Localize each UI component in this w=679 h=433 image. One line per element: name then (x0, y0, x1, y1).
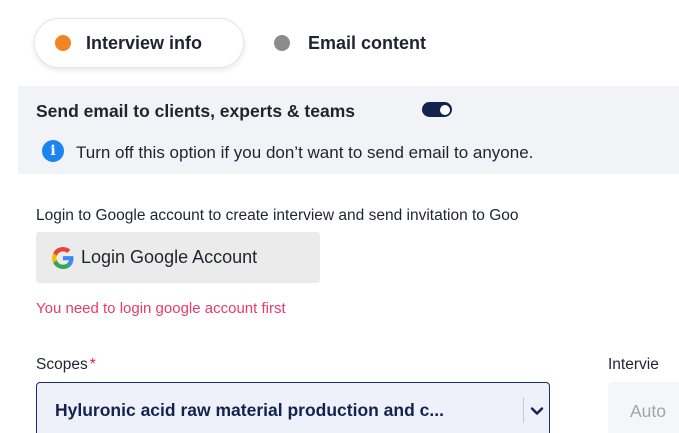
interview-field-input[interactable]: Auto (608, 382, 679, 433)
send-email-section: Send email to clients, experts & teams i… (18, 86, 679, 174)
login-google-button[interactable]: Login Google Account (36, 232, 320, 283)
select-separator (523, 397, 524, 423)
tab-status-dot-icon (274, 35, 290, 51)
tab-label: Email content (308, 32, 427, 53)
scopes-selected-value: Hyluronic acid raw material production a… (55, 400, 444, 420)
send-email-title: Send email to clients, experts & teams (36, 101, 356, 121)
scopes-label-text: Scopes (36, 356, 88, 373)
tab-interview-info[interactable]: Interview info (34, 18, 244, 68)
interview-form: Interview info Email content Send email … (0, 0, 679, 433)
login-error-message: You need to login google account first (36, 300, 286, 317)
login-google-button-label: Login Google Account (81, 247, 258, 267)
interview-field-label: Intervie (608, 356, 659, 373)
scopes-select[interactable]: Hyluronic acid raw material production a… (36, 382, 550, 433)
info-icon: i (42, 140, 64, 162)
required-marker: * (89, 356, 96, 373)
send-email-toggle[interactable] (422, 102, 452, 117)
google-icon (52, 246, 74, 269)
tab-status-dot-icon (55, 35, 71, 51)
interview-field-placeholder: Auto (630, 401, 666, 421)
send-email-info-text: Turn off this option if you don’t want t… (76, 143, 534, 162)
login-google-description: Login to Google account to create interv… (36, 207, 519, 224)
toggle-knob (440, 104, 450, 115)
tab-label: Interview info (86, 32, 203, 53)
chevron-down-icon[interactable] (530, 404, 544, 418)
tab-email-content[interactable]: Email content (268, 18, 426, 68)
scopes-label: Scopes * (36, 356, 96, 374)
